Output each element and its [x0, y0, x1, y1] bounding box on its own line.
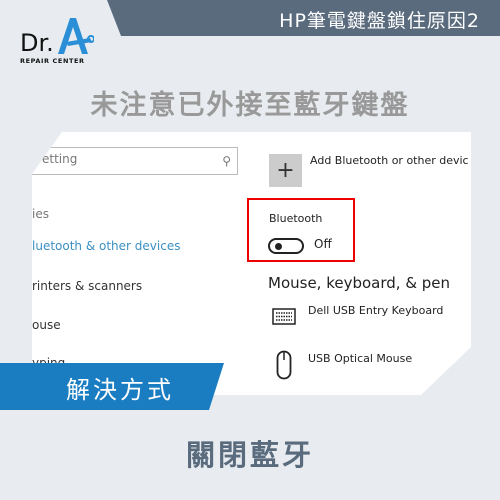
solution-title: 關閉藍牙	[185, 438, 314, 472]
keyboard-icon	[272, 308, 296, 325]
svg-text:REPAIR CENTER: REPAIR CENTER	[20, 57, 85, 64]
sidebar-item[interactable]: ies	[32, 207, 49, 221]
search-input[interactable]: etting ⚲	[32, 147, 238, 175]
section-title: Mouse, keyboard, & pen	[268, 274, 451, 292]
svg-text:Dr.: Dr.	[20, 29, 54, 57]
device-mouse[interactable]: USB Optical Mouse	[308, 352, 412, 365]
settings-screenshot: etting ⚲ ies luetooth & other devices ri…	[32, 132, 471, 395]
sidebar-item-bluetooth[interactable]: luetooth & other devices	[32, 239, 180, 253]
add-device-label[interactable]: Add Bluetooth or other devic	[310, 154, 469, 167]
add-device-button[interactable]: +	[269, 154, 302, 187]
highlight-box	[247, 198, 355, 262]
headline: 未注意已外接至藍牙鍵盤	[90, 90, 410, 121]
search-icon: ⚲	[222, 154, 231, 168]
plus-icon: +	[276, 158, 295, 183]
bluetooth-toggle[interactable]	[268, 238, 304, 254]
solution-banner-label: 解決方式	[66, 376, 174, 404]
sidebar-item-mouse[interactable]: ouse	[32, 318, 61, 332]
dr-a-logo: Dr. REPAIR CENTER	[20, 18, 94, 64]
mouse-icon	[276, 350, 292, 380]
sidebar-item-printers[interactable]: rinters & scanners	[32, 279, 142, 293]
bluetooth-state: Off	[314, 237, 332, 251]
device-keyboard[interactable]: Dell USB Entry Keyboard	[308, 304, 443, 317]
header-title: HP筆電鍵盤鎖住原因2	[279, 10, 480, 32]
search-placeholder: etting	[42, 152, 78, 166]
bluetooth-label: Bluetooth	[269, 212, 323, 225]
